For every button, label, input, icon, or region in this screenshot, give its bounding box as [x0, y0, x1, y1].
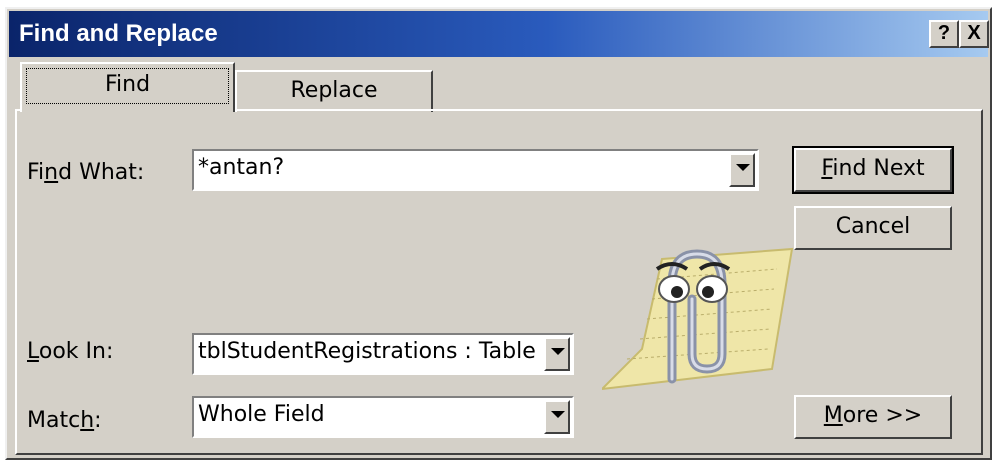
find-replace-dialog: Find and Replace ? X Replace Find Find W… — [5, 7, 992, 460]
match-select[interactable]: Whole Field — [192, 396, 574, 438]
title-bar[interactable]: Find and Replace ? X — [9, 11, 989, 57]
tab-find[interactable]: Find — [20, 62, 235, 112]
chevron-down-icon — [736, 164, 750, 171]
find-what-hotkey: n — [44, 160, 59, 185]
close-button[interactable]: X — [959, 20, 989, 48]
look-in-select[interactable]: tblStudentRegistrations : Table — [192, 333, 574, 375]
match-label: Match: — [27, 408, 102, 433]
window-title: Find and Replace — [19, 20, 218, 47]
match-dropdown-button[interactable] — [544, 400, 570, 434]
match-hotkey: h — [80, 408, 95, 433]
match-value: Whole Field — [198, 402, 325, 427]
look-in-value: tblStudentRegistrations : Table — [198, 339, 536, 364]
look-in-dropdown-button[interactable] — [544, 337, 570, 371]
look-in-hotkey: L — [27, 339, 39, 364]
find-what-field[interactable]: *antan? — [192, 149, 759, 191]
find-what-label: Find What: — [27, 160, 145, 185]
find-what-dropdown-button[interactable] — [729, 153, 755, 187]
cancel-button[interactable]: Cancel — [794, 206, 952, 250]
chevron-down-icon — [551, 348, 565, 355]
tab-find-label: Find — [26, 68, 229, 104]
tab-replace[interactable]: Replace — [235, 70, 433, 112]
more-button[interactable]: More >> — [794, 395, 952, 439]
help-button[interactable]: ? — [929, 20, 959, 48]
find-what-value: *antan? — [198, 155, 285, 180]
chevron-down-icon — [551, 411, 565, 418]
find-next-button[interactable]: Find Next — [792, 146, 954, 194]
office-assistant-paperclip-icon[interactable] — [602, 229, 802, 424]
look-in-label: Look In: — [27, 339, 114, 364]
